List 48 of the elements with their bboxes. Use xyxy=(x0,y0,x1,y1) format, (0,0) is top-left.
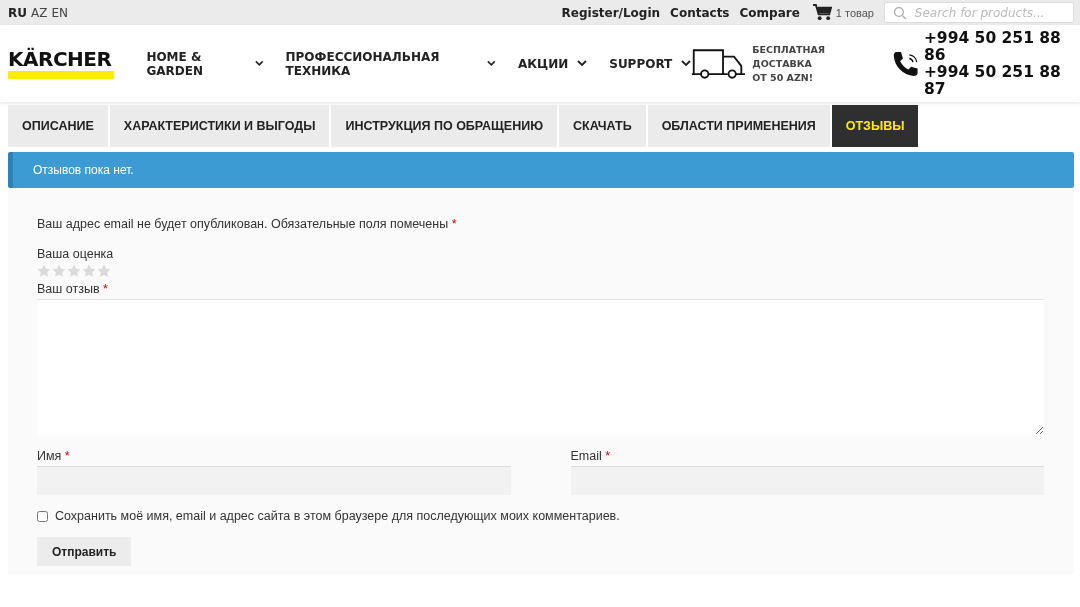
language-link[interactable]: RU xyxy=(8,5,27,20)
language-link[interactable]: AZ xyxy=(31,5,48,20)
star-icon[interactable] xyxy=(52,264,66,278)
truck-icon xyxy=(691,46,747,81)
brand-logo[interactable]: KÄRCHER xyxy=(8,48,115,79)
submit-button[interactable]: Отправить xyxy=(37,537,132,566)
phone-number[interactable]: +994 50 251 88 87 xyxy=(923,63,1074,98)
cart-count[interactable]: 1 товар xyxy=(835,6,874,19)
star-rating[interactable] xyxy=(37,264,111,278)
chevron-down-icon xyxy=(577,60,588,67)
rating-label: Ваша оценка xyxy=(37,247,115,261)
chevron-down-icon xyxy=(681,60,692,67)
email-label: Email * xyxy=(570,449,612,463)
phone-number[interactable]: +994 50 251 88 86 xyxy=(923,29,1074,64)
delivery-text: БЕСПЛАТНАЯ ДОСТАВКА xyxy=(752,42,827,71)
save-checkbox[interactable] xyxy=(37,510,48,522)
search-field[interactable]: Search for products... xyxy=(884,2,1074,23)
notice-text: Отзывов пока нет. xyxy=(33,163,134,177)
top-link[interactable]: Compare xyxy=(739,5,800,20)
email-input[interactable] xyxy=(570,466,1044,495)
star-icon[interactable] xyxy=(67,264,81,278)
nav-menu-item[interactable]: HOME & GARDEN xyxy=(146,49,264,78)
star-icon[interactable] xyxy=(82,264,96,278)
review-textarea[interactable] xyxy=(37,299,1044,435)
save-label: Сохранить моё имя, email и адрес сайта в этом браузере для последующих моих комментариев. xyxy=(55,509,620,523)
name-input[interactable] xyxy=(37,466,511,495)
tab[interactable]: ИНСТРУКЦИЯ ПО ОБРАЩЕНИЮ xyxy=(331,105,560,147)
search-icon xyxy=(893,5,907,20)
nav-menu-item[interactable]: ПРОФЕССИОНАЛЬНАЯ ТЕХНИКА xyxy=(285,49,496,78)
cart-icon[interactable] xyxy=(812,4,832,21)
review-label: Ваш отзыв * xyxy=(37,282,109,296)
name-label: Имя * xyxy=(37,449,71,463)
tab[interactable]: ОБЛАСТИ ПРИМЕНЕНИЯ xyxy=(647,105,832,147)
chevron-down-icon xyxy=(254,60,264,67)
top-link[interactable]: Contacts xyxy=(670,5,730,20)
nav-menu-item[interactable]: SUPPORT xyxy=(609,49,692,78)
star-icon[interactable] xyxy=(97,264,111,278)
star-icon[interactable] xyxy=(37,264,51,278)
nav-menu-item[interactable]: АКЦИИ xyxy=(517,49,588,78)
form-note: Ваш адрес email не будет опубликован. Обязательные поля помечены * xyxy=(37,217,458,231)
chevron-down-icon xyxy=(487,60,496,67)
top-link[interactable]: Register/Login xyxy=(561,5,661,20)
language-link[interactable]: EN xyxy=(51,5,68,20)
tab[interactable]: ОТЗЫВЫ xyxy=(831,105,921,147)
tab[interactable]: СКАЧАТЬ xyxy=(559,105,648,147)
tab[interactable]: ХАРАКТЕРИСТИКИ И ВЫГОДЫ xyxy=(109,105,332,147)
tab[interactable]: ОПИСАНИЕ xyxy=(8,105,110,147)
delivery-text: ОТ 50 AZN! xyxy=(752,70,815,85)
